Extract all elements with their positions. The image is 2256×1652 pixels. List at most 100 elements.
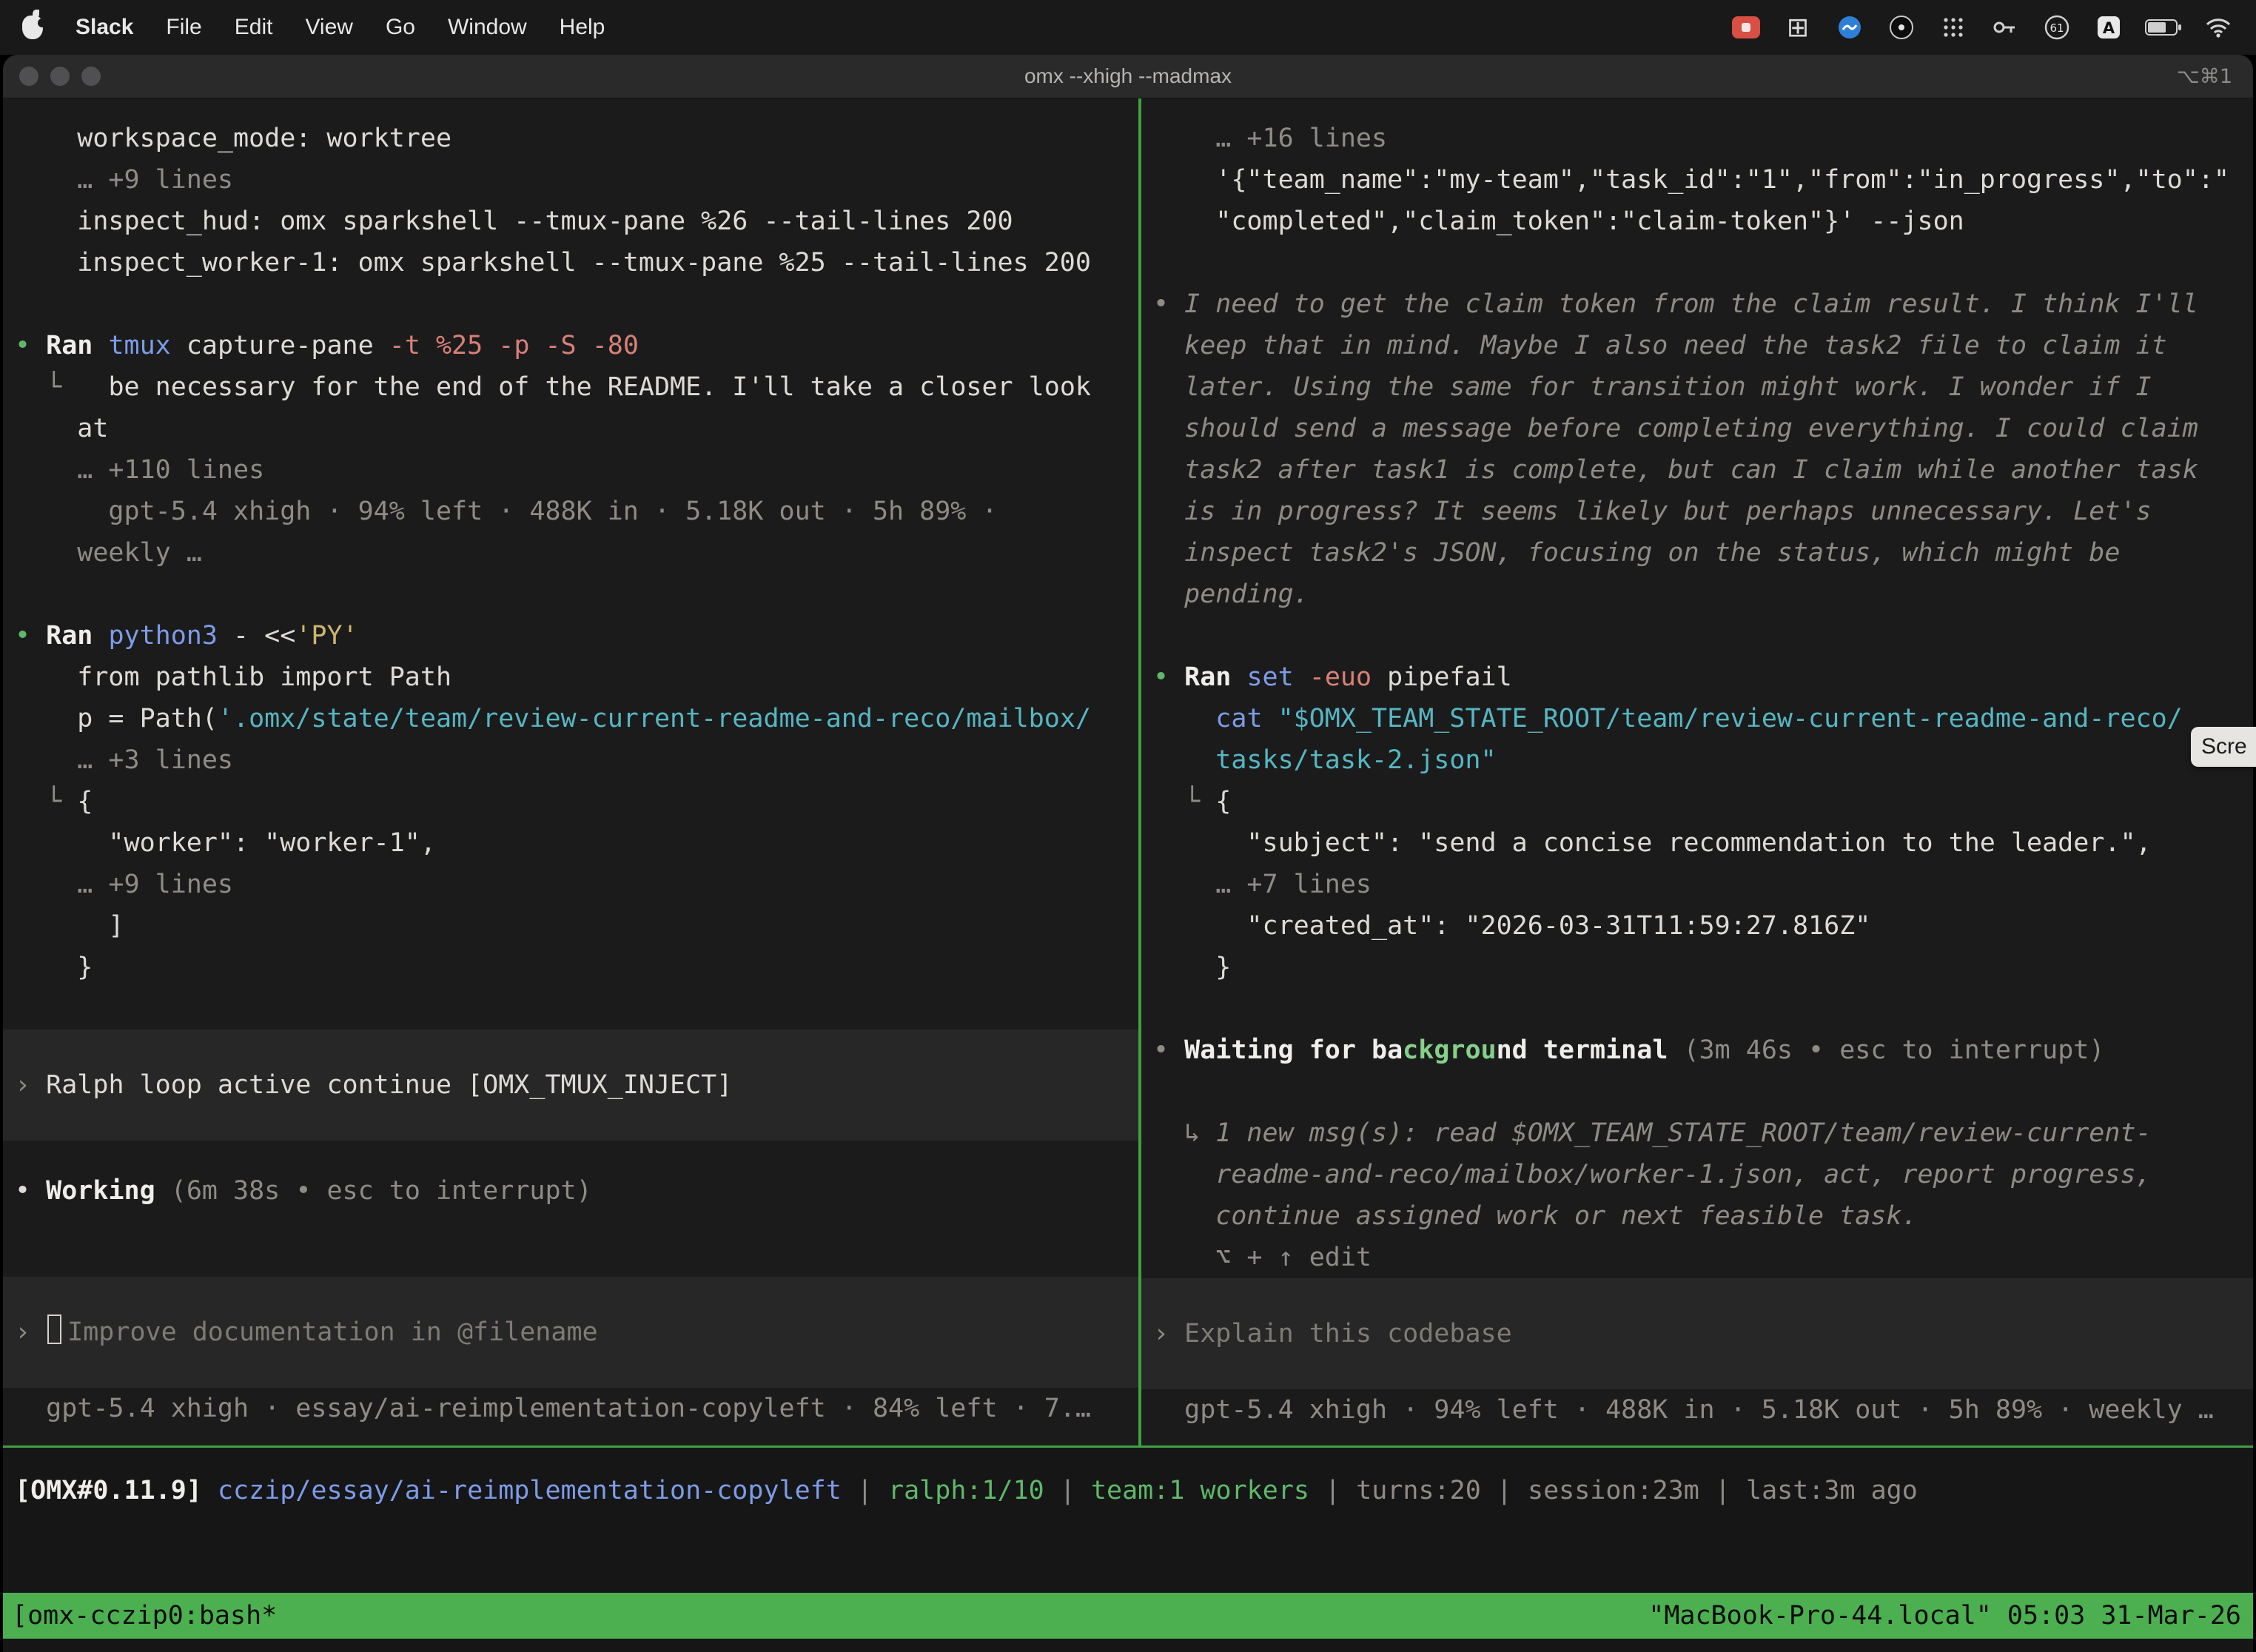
text-segment: Ran xyxy=(1184,662,1231,692)
text-segment: workspace_mode: worktree xyxy=(15,124,451,153)
blue-app-icon[interactable] xyxy=(1834,10,1865,44)
text-segment xyxy=(93,621,108,651)
terminal-line: "created_at": "2026-03-31T11:59:27.816Z" xyxy=(1153,905,2241,947)
terminal-line: is in progress? It seems likely but perh… xyxy=(1153,491,2241,532)
terminal-line: gpt-5.4 xhigh · 94% left · 488K in · 5.1… xyxy=(15,491,1127,532)
terminal-line: … +3 lines xyxy=(15,739,1127,781)
terminal-line: gpt-5.4 xhigh · essay/ai-reimplementatio… xyxy=(15,1388,1127,1429)
terminal-line: … +16 lines xyxy=(1153,118,2241,159)
text-segment: 'PY' xyxy=(295,621,357,651)
text-segment: cat xyxy=(1215,704,1262,733)
screenshot-overlay[interactable]: Scre xyxy=(2191,727,2256,767)
key-icon[interactable] xyxy=(1990,10,2021,44)
menu-item-window[interactable]: Window xyxy=(448,15,527,40)
text-segment: be necessary for the end of the README. … xyxy=(77,372,1091,402)
text-segment: ckgrou xyxy=(1403,1035,1496,1065)
menu-item-help[interactable]: Help xyxy=(560,15,605,40)
text-segment: | xyxy=(1481,1476,1528,1505)
zoom-button[interactable] xyxy=(81,67,101,86)
menu-item-file[interactable]: File xyxy=(166,15,201,40)
input-source-icon[interactable]: A xyxy=(2093,10,2124,44)
dark-app-icon[interactable] xyxy=(1886,10,1917,44)
terminal-line: '{"team_name":"my-team","task_id":"1","f… xyxy=(1153,159,2241,201)
terminal-line: … +110 lines xyxy=(15,449,1127,491)
menu-item-view[interactable]: View xyxy=(305,15,352,40)
text-segment: -t %25 -p -S -80 xyxy=(389,331,639,360)
text-segment: } xyxy=(1153,953,1231,982)
text-segment: Ran xyxy=(46,331,93,360)
window-title-bar: omx --xhigh --madmax ⌥⌘1 xyxy=(3,55,2253,98)
screen-recording-indicator[interactable] xyxy=(1730,10,1762,44)
menu-item-slack[interactable]: Slack xyxy=(75,15,133,40)
text-segment: gpt-5.4 xhigh · essay/ai-reimplementatio… xyxy=(15,1394,1091,1423)
wifi-icon[interactable] xyxy=(2203,10,2234,44)
terminal-line: • Ran set -euo pipefail xyxy=(1153,657,2241,698)
text-segment: | xyxy=(1309,1476,1356,1505)
text-segment: … +9 lines xyxy=(15,165,233,195)
text-segment: { xyxy=(1215,787,1231,816)
terminal-line: • Ran tmux capture-pane -t %25 -p -S -80 xyxy=(15,325,1127,366)
text-segment: task2 after task1 is complete, but can I… xyxy=(1153,455,2198,485)
terminal-line: later. Using the same for transition mig… xyxy=(1153,366,2241,408)
menu-item-edit[interactable]: Edit xyxy=(235,15,273,40)
spacer xyxy=(15,1141,1127,1170)
text-segment: › xyxy=(15,1064,46,1106)
right-pane[interactable]: … +16 lines '{"team_name":"my-team","tas… xyxy=(1141,98,2253,1446)
terminal-line: • Working (6m 38s • esc to interrupt) xyxy=(15,1170,1127,1212)
minimize-button[interactable] xyxy=(50,67,70,86)
svg-text:61: 61 xyxy=(2049,21,2064,35)
spacer xyxy=(15,1212,1127,1277)
text-segment: set xyxy=(1246,662,1293,692)
terminal-line: inspect task2's JSON, focusing on the st… xyxy=(1153,532,2241,574)
close-button[interactable] xyxy=(19,67,38,86)
terminal-line xyxy=(1153,988,2241,1030)
text-segment: gpt-5.4 xhigh · 94% left · 488K in · 5.1… xyxy=(15,497,998,526)
tmux-host-clock-label: "MacBook-Pro-44.local" 05:03 31-Mar-26 xyxy=(1648,1601,2244,1631)
menu-item-go[interactable]: Go xyxy=(386,15,415,40)
terminal-line: ] xyxy=(15,905,1127,947)
text-segment: • xyxy=(1153,1035,1184,1065)
text-segment: "$OMX_TEAM_STATE_ROOT/team/review-curren… xyxy=(1278,704,2183,733)
text-segment: p = Path( xyxy=(15,704,218,733)
text-segment: weekly … xyxy=(15,538,202,568)
prompt-band[interactable]: › Ralph loop active continue [OMX_TMUX_I… xyxy=(3,1030,1138,1141)
terminal-line: tasks/task-2.json" xyxy=(1153,739,2241,781)
text-segment: keep that in mind. Maybe I also need the… xyxy=(1153,331,2167,360)
text-segment: inspect_hud: omx sparkshell --tmux-pane … xyxy=(15,206,1013,236)
text-segment: I need to get the claim token from the c… xyxy=(1184,289,2198,319)
text-segment xyxy=(1263,704,1278,733)
terminal-line: should send a message before completing … xyxy=(1153,408,2241,449)
terminal-line xyxy=(15,283,1127,325)
text-segment: readme-and-reco/mailbox/worker-1.json, a… xyxy=(1153,1160,2152,1189)
terminal-line xyxy=(1153,242,2241,283)
terminal-line: cat "$OMX_TEAM_STATE_ROOT/team/review-cu… xyxy=(1153,698,2241,739)
dots-grid-icon[interactable] xyxy=(1938,10,1969,44)
terminal-line: "completed","claim_token":"claim-token"}… xyxy=(1153,201,2241,242)
text-segment: Ralph loop active continue [OMX_TMUX_INJ… xyxy=(46,1064,732,1106)
terminal-line: keep that in mind. Maybe I also need the… xyxy=(1153,325,2241,366)
battery-icon[interactable] xyxy=(2145,10,2182,44)
terminal-line: inspect_worker-1: omx sparkshell --tmux-… xyxy=(15,242,1127,283)
prompt-band[interactable]: › Improve documentation in @filename xyxy=(3,1277,1138,1388)
text-segment: • xyxy=(1153,289,1184,319)
apple-menu-icon[interactable] xyxy=(22,16,43,39)
text-segment: Working xyxy=(46,1176,155,1206)
tmux-status-bar: [omx-cczip0:bash* "MacBook-Pro-44.local"… xyxy=(3,1593,2253,1639)
text-segment: ↳ 1 new msg(s): read $OMX_TEAM_STATE_ROO… xyxy=(1153,1118,2152,1148)
text-segment: … +3 lines xyxy=(15,745,233,775)
text-segment: • xyxy=(15,331,46,360)
text-segment: | xyxy=(842,1476,888,1505)
badge-61-icon[interactable]: 61 xyxy=(2041,10,2072,44)
text-segment: | xyxy=(1044,1476,1091,1505)
left-pane[interactable]: workspace_mode: worktree … +9 lines insp… xyxy=(3,98,1138,1446)
terminal-line: readme-and-reco/mailbox/worker-1.json, a… xyxy=(1153,1154,2241,1195)
terminal-line: • Ran python3 - <<'PY' xyxy=(15,615,1127,657)
prompt-band[interactable]: › Explain this codebase xyxy=(1141,1278,2253,1389)
grid-icon[interactable]: ⊞ xyxy=(1782,10,1813,44)
text-segment: "created_at": "2026-03-31T11:59:27.816Z" xyxy=(1153,911,1870,941)
terminal-line: └ { xyxy=(1153,781,2241,822)
text-segment: • xyxy=(15,621,46,651)
text-segment: '{"team_name":"my-team","task_id":"1","f… xyxy=(1153,165,2229,195)
svg-text:A: A xyxy=(2103,19,2115,37)
terminal-line: ↳ 1 new msg(s): read $OMX_TEAM_STATE_ROO… xyxy=(1153,1112,2241,1154)
